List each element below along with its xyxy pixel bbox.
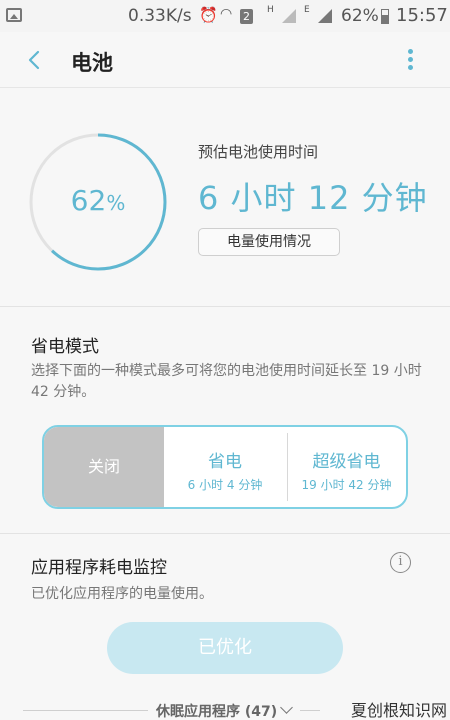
mode-ultra-power-saving-duration: 19 小时 42 分钟	[301, 478, 392, 492]
divider-left	[23, 710, 148, 711]
mode-ultra-power-saving-button[interactable]: 超级省电 19 小时 42 分钟	[287, 427, 406, 507]
network-type-h: H	[267, 5, 274, 15]
battery-level-unit: %	[106, 191, 126, 215]
info-icon[interactable]: i	[390, 552, 411, 573]
more-options-icon[interactable]	[404, 49, 416, 71]
battery-level-readout: 62%	[28, 184, 168, 217]
mode-power-saving-duration: 6 小时 4 分钟	[187, 478, 263, 492]
mode-power-saving-button[interactable]: 省电 6 小时 4 分钟	[164, 427, 286, 507]
chevron-down-icon[interactable]	[280, 701, 293, 714]
watermark: 夏创根知识网	[350, 701, 447, 720]
status-bar: 0.33K/s ⏰ ◠ 2 H E 62% 15:57	[0, 0, 450, 32]
sleeping-apps-toggle[interactable]: 休眠应用程序 (47)	[156, 701, 277, 720]
mode-off-label: 关闭	[87, 457, 120, 476]
power-saving-title: 省电模式	[31, 337, 99, 357]
estimate-time: 6 小时 12 分钟	[198, 179, 428, 217]
estimate-label: 预估电池使用时间	[198, 143, 319, 161]
battery-icon	[381, 9, 389, 24]
clock: 15:57	[396, 5, 448, 26]
page-title: 电池	[71, 51, 113, 75]
power-saving-description: 选择下面的一种模式最多可将您的电池使用时间延长至 19 小时 42 分钟。	[31, 363, 422, 400]
battery-summary: 62% 预估电池使用时间 6 小时 12 分钟 电量使用情况	[0, 89, 450, 307]
app-monitor-title: 应用程序耗电监控	[31, 558, 167, 578]
power-mode-selector: 关闭 省电 6 小时 4 分钟 超级省电 19 小时 42 分钟	[42, 425, 408, 509]
network-type-e: E	[304, 5, 310, 15]
app-monitor-description: 已优化应用程序的电量使用。	[31, 586, 213, 602]
sim2-badge: 2	[240, 9, 253, 24]
wifi-icon: ◠	[220, 6, 233, 22]
signal-strength-icon-sim1	[282, 9, 296, 23]
app-bar: 电池	[0, 32, 450, 88]
signal-strength-icon-sim2	[318, 9, 332, 23]
back-arrow-icon[interactable]	[24, 49, 46, 71]
mode-off-button[interactable]: 关闭	[44, 427, 164, 507]
app-power-monitor-section: 应用程序耗电监控 i 已优化应用程序的电量使用。 已优化 休眠应用程序 (47)…	[0, 535, 450, 720]
image-notification-icon	[6, 8, 22, 22]
power-saving-mode-section: 省电模式 选择下面的一种模式最多可将您的电池使用时间延长至 19 小时 42 分…	[0, 308, 450, 534]
mode-ultra-power-saving-label: 超级省电	[312, 452, 381, 472]
battery-percent: 62%	[341, 6, 379, 26]
network-speed: 0.33K/s	[128, 6, 192, 26]
battery-level-value: 62	[70, 184, 107, 217]
alarm-icon: ⏰	[199, 6, 218, 24]
mode-power-saving-label: 省电	[208, 452, 242, 472]
optimized-button[interactable]: 已优化	[107, 622, 343, 674]
battery-usage-button[interactable]: 电量使用情况	[198, 228, 340, 256]
